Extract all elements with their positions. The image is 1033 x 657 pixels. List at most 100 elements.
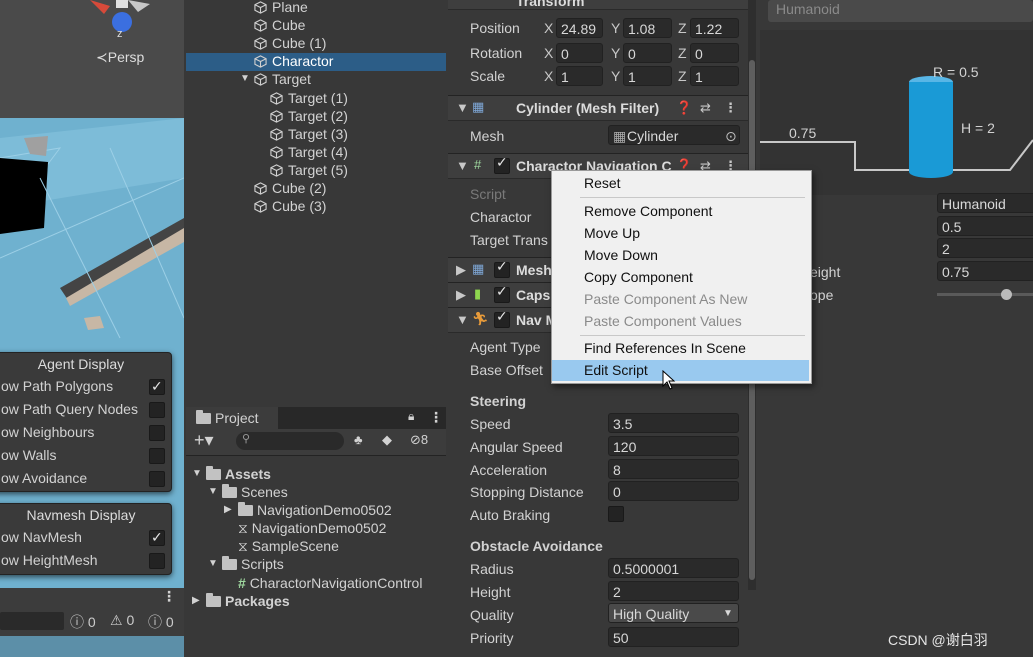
- scale-z-field[interactable]: 1: [690, 66, 739, 86]
- project-item[interactable]: # CharactorNavigationControl: [238, 574, 422, 592]
- project-item[interactable]: ▼ Scenes: [208, 483, 288, 501]
- hierarchy-item[interactable]: Target (1): [270, 89, 348, 107]
- enable-checkbox[interactable]: [494, 283, 510, 303]
- more-icon[interactable]: ⋮: [429, 409, 443, 426]
- project-item[interactable]: ⧖ NavigationDemo0502: [238, 519, 386, 537]
- priority-field[interactable]: 50: [608, 627, 739, 647]
- foldout-arrow-icon[interactable]: ▶: [456, 262, 466, 278]
- show-walls-option[interactable]: ow Walls: [0, 444, 171, 467]
- hierarchy-item[interactable]: Cube (3): [254, 197, 326, 215]
- hierarchy-item[interactable]: Charactor: [254, 52, 333, 70]
- menu-item-find-references[interactable]: Find References In Scene: [552, 338, 809, 359]
- expand-arrow-icon[interactable]: ▼: [192, 465, 202, 483]
- hidden-packages-icon[interactable]: ⊘8: [410, 432, 428, 448]
- rotation-y-field[interactable]: 0: [623, 43, 672, 63]
- max-slope-slider[interactable]: [937, 289, 1033, 300]
- hierarchy-item[interactable]: Cube: [254, 16, 305, 34]
- object-picker-icon[interactable]: ⊙: [725, 126, 737, 144]
- error-count[interactable]: ⓘ 0: [148, 612, 174, 632]
- expand-arrow-icon[interactable]: ▼: [208, 555, 218, 573]
- show-heightmesh-option[interactable]: ow HeightMesh: [0, 549, 171, 572]
- lock-icon[interactable]: 🔒︎: [408, 409, 414, 424]
- project-search-input[interactable]: ⚲: [236, 432, 344, 450]
- show-path-query-nodes-option[interactable]: ow Path Query Nodes: [0, 398, 171, 421]
- rotation-z-field[interactable]: 0: [690, 43, 739, 63]
- project-item[interactable]: ▼ Scripts: [208, 555, 284, 573]
- hierarchy-item[interactable]: Cube (2): [254, 179, 326, 197]
- agent-name-field[interactable]: Humanoid: [937, 193, 1033, 213]
- checkbox[interactable]: [149, 402, 165, 418]
- slider-thumb[interactable]: [1001, 289, 1012, 300]
- checkbox[interactable]: [149, 448, 165, 464]
- expand-arrow-icon[interactable]: ▶: [224, 501, 232, 519]
- agent-radius-field[interactable]: 0.5: [937, 216, 1033, 236]
- speed-field[interactable]: 3.5: [608, 413, 739, 433]
- project-item[interactable]: ▶ Packages: [192, 592, 290, 610]
- show-path-polygons-option[interactable]: ow Path Polygons: [0, 375, 171, 398]
- hierarchy-item[interactable]: Target (5): [270, 161, 348, 179]
- more-icon[interactable]: ⋮: [162, 588, 176, 605]
- menu-item-move-up[interactable]: Move Up: [552, 223, 809, 244]
- show-navmesh-option[interactable]: ow NavMesh: [0, 526, 171, 549]
- step-height-field[interactable]: 0.75: [937, 261, 1033, 281]
- mesh-object-field[interactable]: ▦ Cylinder ⊙: [608, 125, 740, 145]
- acceleration-field[interactable]: 8: [608, 459, 739, 479]
- enable-checkbox[interactable]: [494, 154, 510, 174]
- position-x-field[interactable]: 24.89: [556, 18, 603, 38]
- checkbox[interactable]: [149, 471, 165, 487]
- expand-arrow-icon[interactable]: ▼: [208, 483, 218, 501]
- hierarchy-item[interactable]: Target (4): [270, 143, 348, 161]
- menu-item-remove-component[interactable]: Remove Component: [552, 201, 809, 222]
- checkbox[interactable]: [149, 375, 165, 398]
- warning-count[interactable]: ⚠ 0: [110, 612, 134, 629]
- foldout-arrow-icon[interactable]: ▼: [456, 158, 469, 173]
- scale-x-field[interactable]: 1: [556, 66, 603, 86]
- help-icon[interactable]: ❓: [676, 100, 692, 116]
- enable-checkbox[interactable]: [494, 258, 510, 278]
- scene-view[interactable]: z ≺Persp Agent Display ow Path Polygons …: [0, 0, 184, 657]
- menu-item-reset[interactable]: Reset: [552, 173, 809, 194]
- project-item[interactable]: ⧖ SampleScene: [238, 537, 339, 555]
- hierarchy-item[interactable]: Target (3): [270, 125, 348, 143]
- hierarchy-item[interactable]: Target (2): [270, 107, 348, 125]
- component-menu-icon[interactable]: ⋮: [724, 100, 737, 116]
- auto-braking-checkbox[interactable]: [608, 506, 624, 522]
- checkbox[interactable]: [149, 553, 165, 569]
- quality-dropdown[interactable]: High Quality ▼: [608, 603, 739, 623]
- transform-header[interactable]: Transform: [448, 0, 748, 10]
- hierarchy-item[interactable]: Cube (1): [254, 34, 326, 52]
- radius-field[interactable]: 0.5000001: [608, 558, 739, 578]
- rotation-x-field[interactable]: 0: [556, 43, 603, 63]
- foldout-arrow-icon[interactable]: ▶: [456, 287, 466, 303]
- info-count[interactable]: ⓘ 0: [70, 612, 96, 632]
- checkbox[interactable]: [149, 425, 165, 441]
- project-item[interactable]: ▶ NavigationDemo0502: [224, 501, 392, 519]
- mesh-filter-header[interactable]: ▼ ▦ Cylinder (Mesh Filter) ❓ ⇄ ⋮: [448, 95, 748, 121]
- menu-item-edit-script[interactable]: Edit Script: [552, 360, 809, 381]
- filter-by-type-icon[interactable]: ♣: [354, 432, 363, 447]
- persp-label[interactable]: ≺Persp: [96, 49, 144, 66]
- create-plus-icon[interactable]: +▾: [194, 430, 214, 451]
- expand-arrow-icon[interactable]: ▶: [192, 592, 200, 610]
- show-avoidance-option[interactable]: ow Avoidance: [0, 467, 171, 490]
- checkbox[interactable]: [149, 526, 165, 549]
- filter-by-label-icon[interactable]: ◆: [382, 432, 392, 448]
- stopping-distance-field[interactable]: 0: [608, 481, 739, 501]
- menu-item-move-down[interactable]: Move Down: [552, 245, 809, 266]
- menu-item-copy-component[interactable]: Copy Component: [552, 267, 809, 288]
- expand-arrow-icon[interactable]: ▼: [240, 70, 250, 88]
- console-search-input[interactable]: [0, 612, 64, 630]
- show-neighbours-option[interactable]: ow Neighbours: [0, 421, 171, 444]
- presets-icon[interactable]: ⇄: [700, 100, 711, 116]
- project-item[interactable]: ▼ Assets: [192, 465, 271, 483]
- hierarchy-item[interactable]: ▼ Target: [240, 70, 311, 88]
- height-field[interactable]: 2: [608, 581, 739, 601]
- enable-checkbox[interactable]: [494, 308, 510, 328]
- agent-height-field[interactable]: 2: [937, 238, 1033, 258]
- scale-y-field[interactable]: 1: [623, 66, 672, 86]
- foldout-arrow-icon[interactable]: ▼: [456, 100, 469, 115]
- hierarchy-item[interactable]: Plane: [254, 0, 308, 16]
- position-z-field[interactable]: 1.22: [690, 18, 739, 38]
- agent-type-dropdown[interactable]: Humanoid: [768, 0, 1033, 22]
- foldout-arrow-icon[interactable]: ▼: [456, 312, 469, 327]
